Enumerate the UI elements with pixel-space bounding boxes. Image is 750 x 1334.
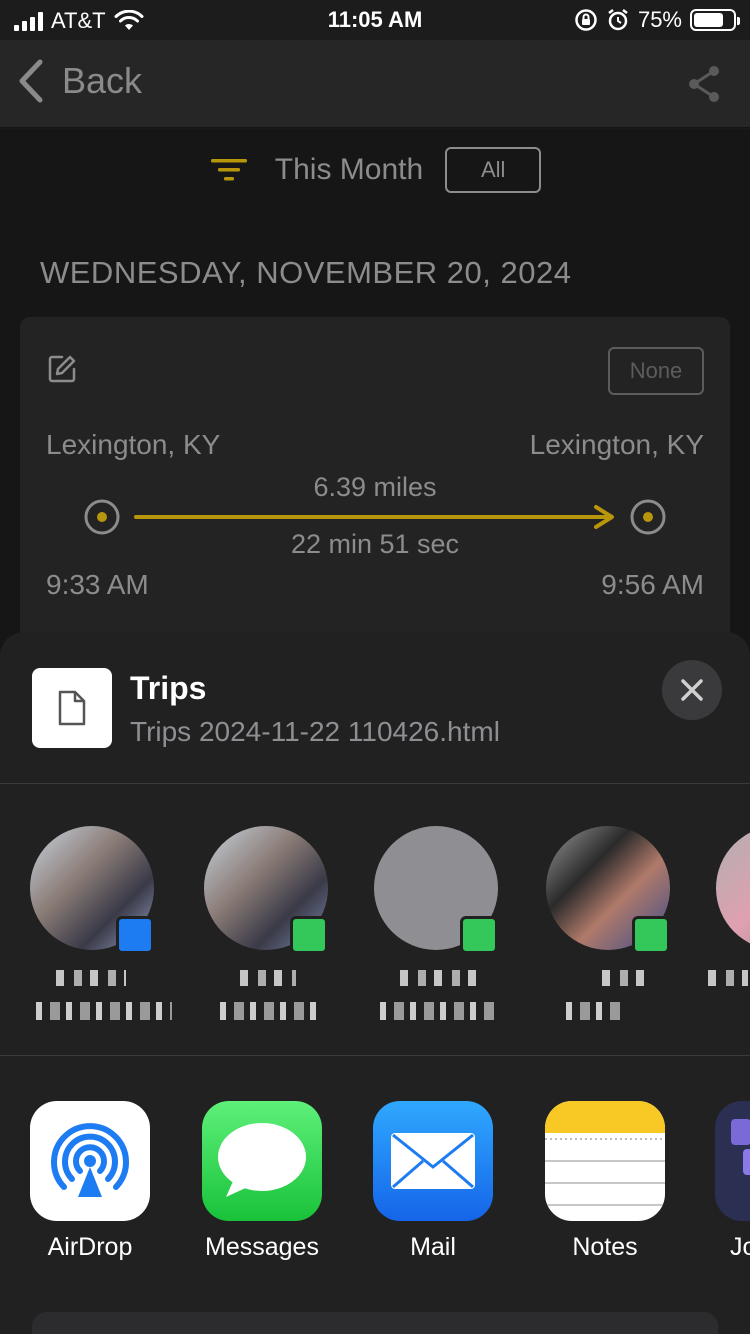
contact-name (400, 970, 484, 986)
notes-icon (545, 1101, 665, 1221)
alarm-icon (608, 9, 628, 31)
share-filename: Trips 2024-11-22 110426.html (130, 716, 500, 747)
airdrop-icon (30, 1101, 150, 1221)
share-icon[interactable] (686, 64, 722, 104)
category-badge[interactable]: None (608, 347, 704, 395)
contact-suggestion[interactable] (20, 826, 172, 1026)
battery-percent: 75% (637, 7, 682, 32)
mail-icon (373, 1101, 493, 1221)
document-thumbnail (32, 668, 112, 748)
app-icon (715, 1101, 750, 1221)
orientation-lock-icon (575, 9, 597, 31)
contact-subtitle (566, 1002, 626, 1020)
contact-suggestion[interactable] (364, 826, 504, 1026)
close-icon (681, 679, 703, 701)
filter-row: This Month All (0, 147, 750, 193)
back-button[interactable]: Back (16, 58, 142, 104)
app-label: Jo (730, 1233, 750, 1261)
start-time: 9:33 AM (46, 569, 149, 600)
badge-messages-icon (460, 916, 498, 954)
trip-duration: 22 min 51 sec (290, 529, 460, 559)
trip-card[interactable]: None Lexington, KY Lexington, KY 6.39 mi… (20, 317, 730, 657)
trips-content: This Month All WEDNESDAY, NOVEMBER 20, 2… (0, 129, 750, 669)
contact-name (708, 970, 748, 986)
app-label: Mail (410, 1233, 456, 1261)
filter-label[interactable]: This Month (275, 153, 423, 187)
contact-subtitle (220, 1002, 324, 1020)
apps-row: AirDrop Messages Mail Notes Jo (0, 1057, 750, 1287)
contact-suggestion[interactable] (194, 826, 334, 1026)
contact-name (240, 970, 296, 986)
start-city: Lexington, KY (46, 429, 221, 460)
app-label: Messages (205, 1233, 319, 1261)
back-label: Back (62, 60, 143, 101)
share-app-messages[interactable]: Messages (187, 1101, 337, 1262)
share-sheet: Trips Trips 2024-11-22 110426.html AirDr… (0, 632, 750, 1334)
battery-icon (690, 9, 740, 31)
messages-icon (202, 1101, 322, 1221)
app-label: AirDrop (47, 1233, 133, 1261)
chevron-left-icon (19, 59, 43, 103)
share-app-airdrop[interactable]: AirDrop (15, 1101, 165, 1262)
status-bar: AT&T 11:05 AM 75% (0, 0, 750, 40)
share-app-mail[interactable]: Mail (358, 1101, 508, 1262)
end-city: Lexington, KY (529, 429, 704, 460)
share-sheet-header: Trips Trips 2024-11-22 110426.html (0, 632, 750, 784)
share-app-notes[interactable]: Notes (530, 1101, 680, 1262)
badge-messages-icon (632, 916, 670, 954)
all-button[interactable]: All (445, 147, 542, 193)
nav-bar: Back (0, 40, 750, 128)
edit-icon[interactable] (46, 353, 78, 385)
contact-name (602, 970, 650, 986)
contacts-row (0, 784, 750, 1056)
contact-suggestion[interactable] (706, 826, 750, 1026)
filter-icon[interactable] (209, 157, 249, 183)
share-app-partial[interactable]: Jo (700, 1101, 750, 1262)
contact-subtitle (380, 1002, 496, 1020)
date-heading: WEDNESDAY, NOVEMBER 20, 2024 (40, 255, 572, 290)
badge-messages-icon (290, 916, 328, 954)
document-icon (58, 690, 86, 726)
avatar (716, 826, 750, 950)
share-title: Trips (130, 670, 207, 706)
contact-subtitle (36, 1002, 172, 1020)
end-time: 9:56 AM (601, 569, 704, 600)
contact-suggestion[interactable] (536, 826, 676, 1026)
badge-app-icon (116, 916, 154, 954)
app-label: Notes (572, 1233, 638, 1261)
close-button[interactable] (662, 660, 722, 720)
action-list[interactable] (32, 1312, 718, 1334)
contact-name (56, 970, 126, 986)
